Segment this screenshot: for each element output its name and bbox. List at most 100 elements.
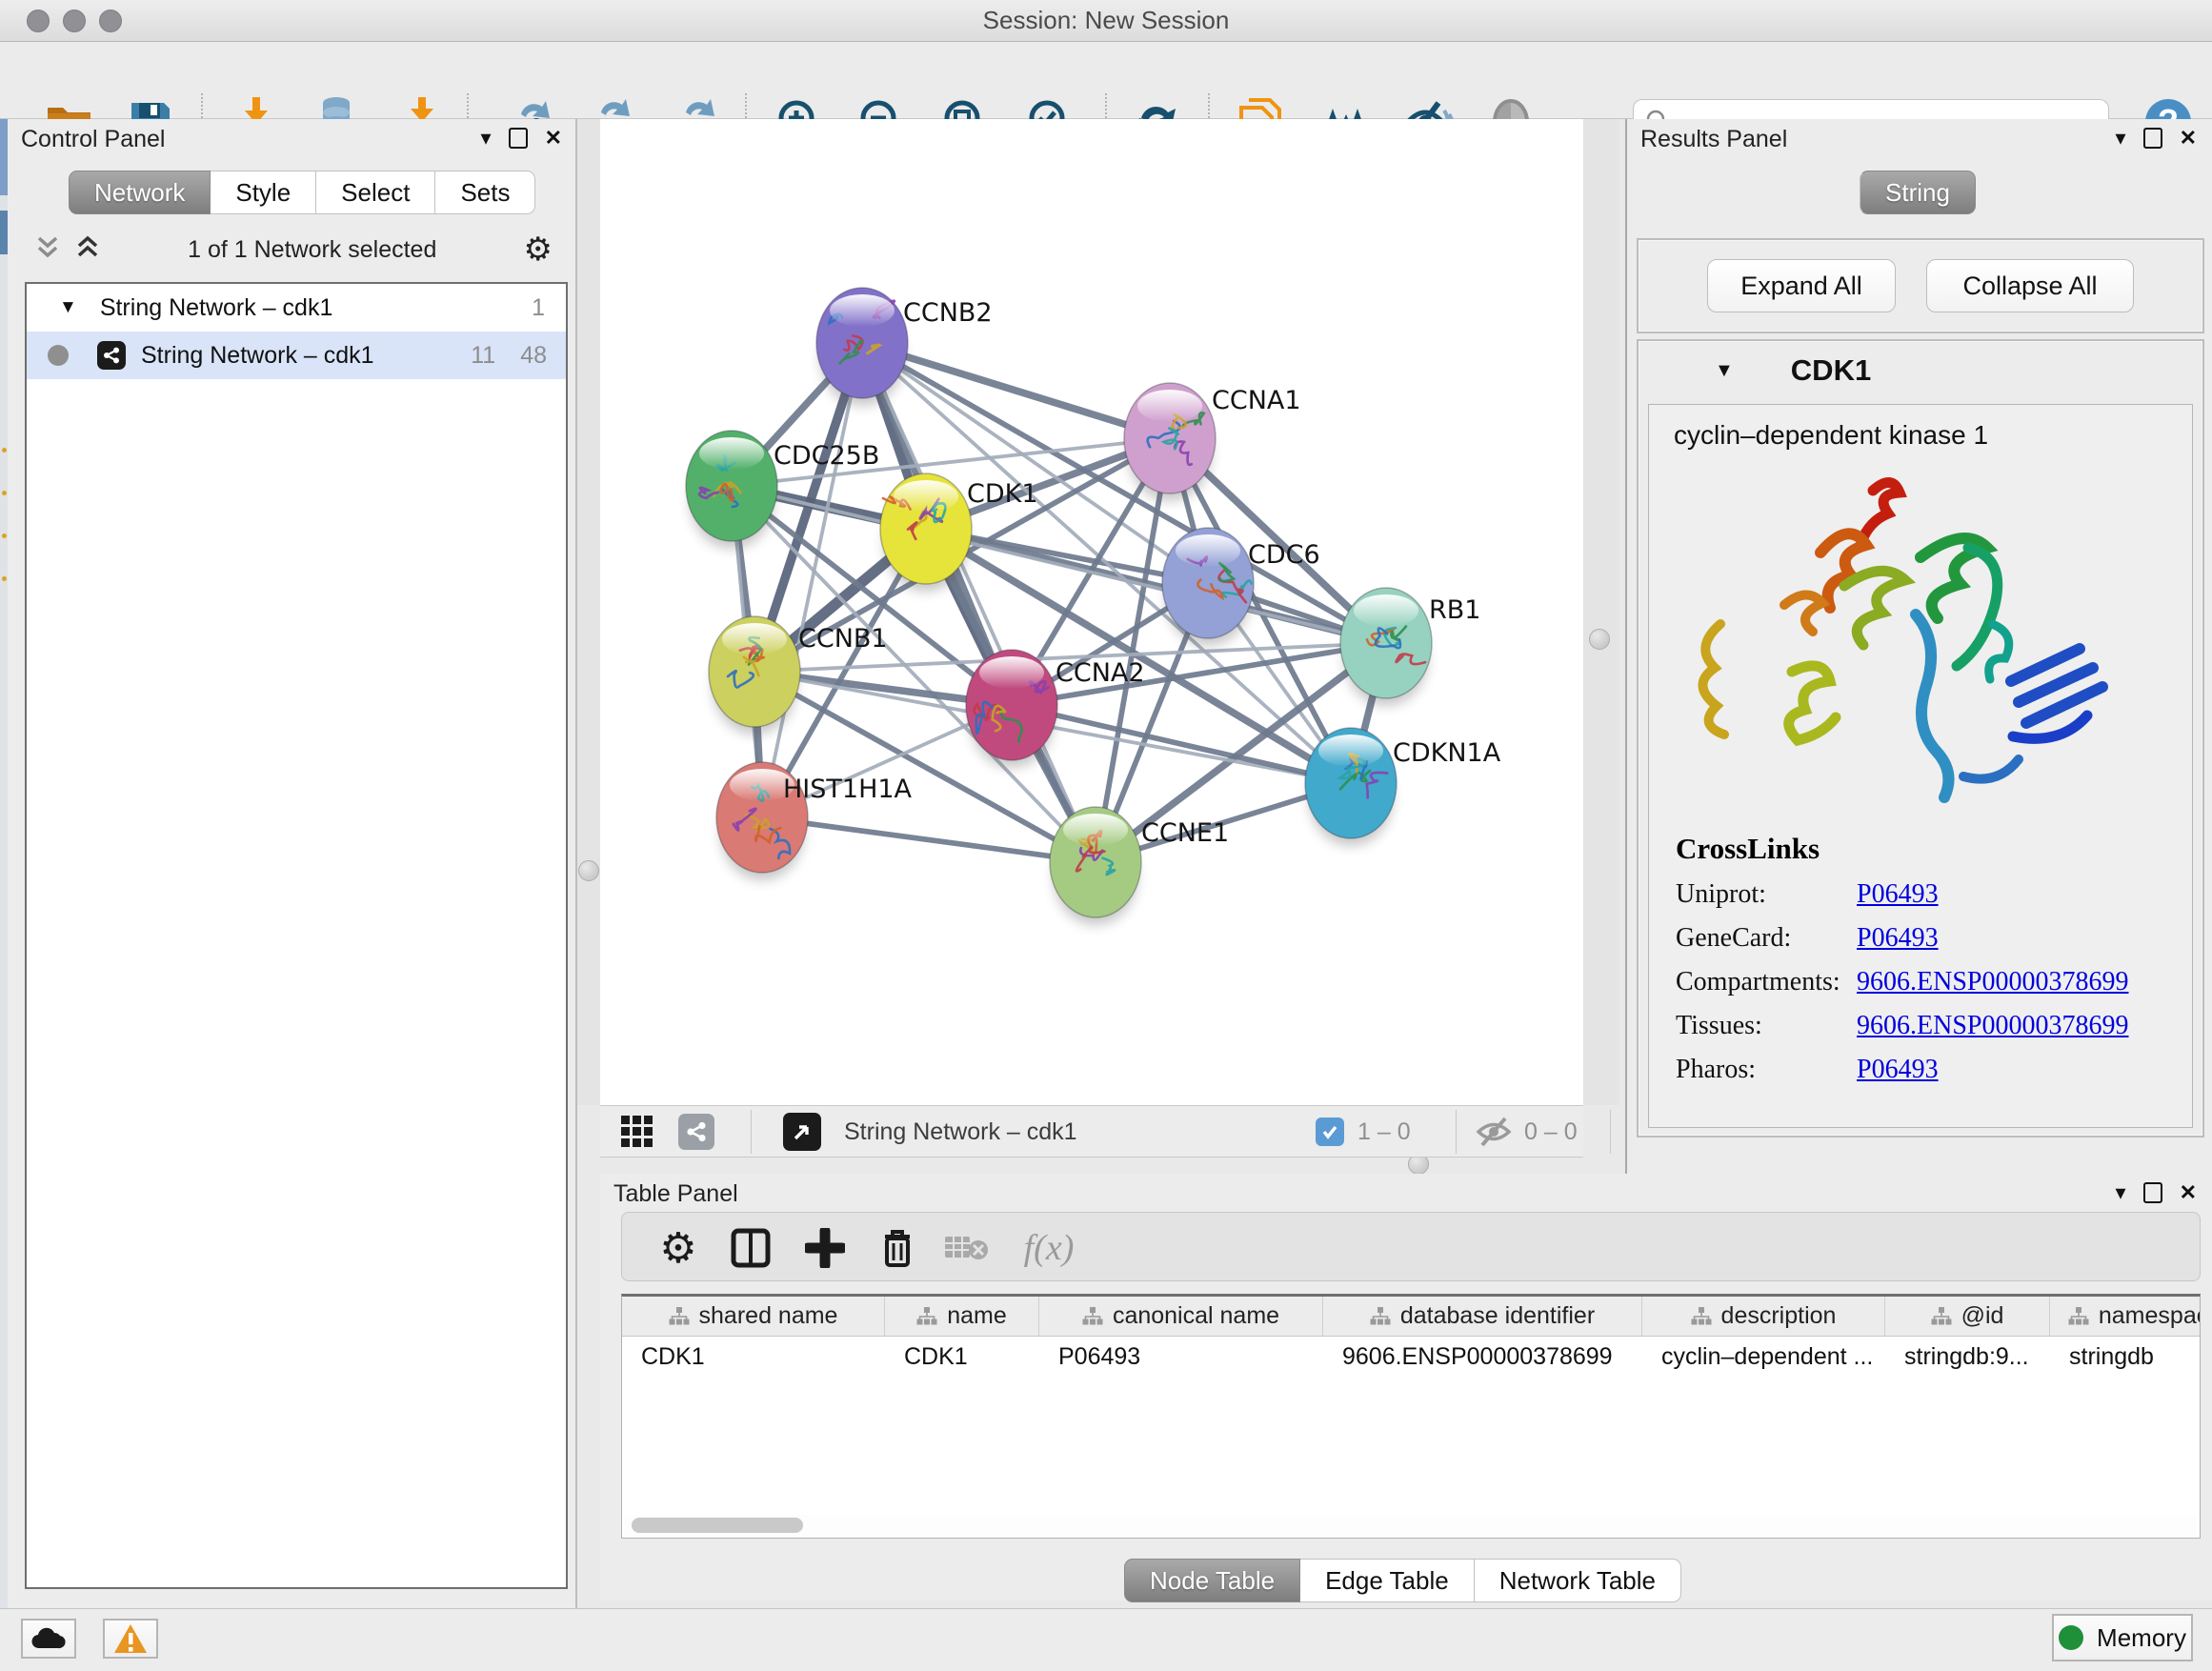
expand-all-tree-icon[interactable] (74, 232, 101, 268)
selected-counts: 1 – 0 (1357, 1118, 1411, 1146)
network-view-button[interactable] (678, 1113, 714, 1151)
close-panel-icon[interactable]: ✕ (2180, 1179, 2197, 1206)
tab-network-table[interactable]: Network Table (1475, 1559, 1681, 1602)
table-options-gear-icon[interactable]: ⚙ (651, 1220, 706, 1276)
node-label-CDKN1A: CDKN1A (1393, 738, 1501, 768)
node-gloss (699, 437, 764, 470)
network-list: ▼ String Network – cdk1 1 String Network… (25, 282, 568, 1589)
current-network-dot-icon (48, 345, 69, 366)
protein-description: cyclin–dependent kinase 1 (1649, 405, 2192, 451)
tab-string[interactable]: String (1860, 171, 1976, 214)
cell-id[interactable]: stringdb:9... (1885, 1337, 2050, 1377)
crosslink-label-compartments: Compartments: (1676, 967, 1857, 997)
protein-result-box: ▼ CDK1 cyclin–dependent kinase 1 (1637, 339, 2204, 1137)
tab-edge-table[interactable]: Edge Table (1300, 1559, 1475, 1602)
collapse-all-tree-icon[interactable] (34, 232, 61, 268)
crosslink-link-tissues[interactable]: 9606.ENSP00000378699 (1857, 1011, 2128, 1041)
detach-view-button[interactable] (783, 1113, 821, 1151)
tab-node-table[interactable]: Node Table (1124, 1559, 1300, 1602)
tab-select[interactable]: Select (316, 171, 435, 214)
node-label-CCNB2: CCNB2 (903, 298, 993, 328)
network-view-title: String Network – cdk1 (844, 1118, 1077, 1146)
node-label-HIST1H1A: HIST1H1A (783, 775, 913, 804)
node-gloss (1063, 814, 1128, 846)
memory-button[interactable]: Memory (2052, 1614, 2193, 1661)
node-gloss (1137, 390, 1202, 422)
delete-column-button[interactable] (870, 1220, 925, 1276)
cloud-button[interactable] (21, 1619, 76, 1659)
float-panel-icon[interactable]: ▾ (2116, 1179, 2126, 1206)
crosslink-row: Compartments:9606.ENSP00000378699 (1676, 967, 2171, 997)
column-header-canonical-name[interactable]: canonical name (1039, 1297, 1323, 1336)
collapse-triangle-icon[interactable]: ▼ (1715, 360, 1734, 382)
cell-description[interactable]: cyclin–dependent ... (1642, 1337, 1885, 1377)
zoom-window-button[interactable] (99, 10, 122, 32)
node-RB1[interactable]: RB1 (1340, 588, 1480, 706)
column-header-description[interactable]: description (1642, 1297, 1885, 1336)
scrollbar-thumb[interactable] (632, 1518, 803, 1533)
edge-CCNB2-HIST1H1A[interactable] (762, 343, 862, 817)
cell-namespace[interactable]: stringdb (2050, 1337, 2201, 1377)
undock-panel-icon[interactable] (2143, 1182, 2162, 1203)
crosslink-label-pharos: Pharos: (1676, 1055, 1857, 1085)
collection-expand-triangle-icon[interactable]: ▼ (59, 297, 77, 318)
crosslink-link-genecard[interactable]: P06493 (1857, 923, 1939, 954)
edge-HIST1H1A-CCNE1[interactable] (762, 817, 1096, 862)
column-header-shared-name[interactable]: shared name (622, 1297, 885, 1336)
string-network-graph[interactable]: CCNB2CCNA1CDC25BCDK1CDC6RB1CCNB1CCNA2CDK… (600, 119, 1583, 1105)
node-CDKN1A[interactable]: CDKN1A (1305, 728, 1501, 846)
splitter-handle[interactable] (578, 860, 599, 881)
column-header-database-identifier[interactable]: database identifier (1323, 1297, 1642, 1336)
column-header-namespace[interactable]: namespace (2050, 1297, 2201, 1336)
float-panel-icon[interactable]: ▾ (2116, 125, 2126, 151)
protein-structure-image (1678, 462, 2125, 815)
edge-CCNA2-CDKN1A[interactable] (1012, 705, 1351, 783)
node-CCNB2[interactable]: CCNB2 (816, 288, 993, 406)
network-row-selected[interactable]: String Network – cdk1 11 48 (27, 332, 566, 379)
columns-icon (730, 1227, 772, 1269)
tab-sets[interactable]: Sets (435, 171, 535, 214)
crosslink-link-compartments[interactable]: 9606.ENSP00000378699 (1857, 967, 2128, 997)
crosslink-link-uniprot[interactable]: P06493 (1857, 879, 1939, 910)
undock-panel-icon[interactable] (509, 128, 528, 149)
main-toolbar: ? (0, 42, 2212, 119)
warnings-button[interactable] (103, 1619, 158, 1659)
cloud-icon (30, 1625, 68, 1652)
close-panel-icon[interactable]: ✕ (545, 125, 562, 151)
close-window-button[interactable] (27, 10, 50, 32)
expand-all-button[interactable]: Expand All (1707, 259, 1896, 312)
column-header-name[interactable]: name (885, 1297, 1039, 1336)
network-edge-count: 48 (520, 342, 547, 370)
horizontal-scrollbar[interactable] (624, 1515, 2196, 1536)
right-splitter[interactable] (1583, 119, 1619, 1105)
collapse-all-button[interactable]: Collapse All (1926, 259, 2134, 312)
cell-name[interactable]: CDK1 (885, 1337, 1039, 1377)
node-CDC25B[interactable]: CDC25B (686, 431, 879, 549)
cell-canonical-name[interactable]: P06493 (1039, 1337, 1323, 1377)
column-header-id[interactable]: @id (1885, 1297, 2050, 1336)
crosslink-link-pharos[interactable]: P06493 (1857, 1055, 1939, 1085)
show-columns-button[interactable] (723, 1220, 778, 1276)
minimize-window-button[interactable] (63, 10, 86, 32)
tab-network[interactable]: Network (69, 171, 211, 214)
node-HIST1H1A[interactable]: HIST1H1A (716, 762, 913, 880)
control-panel-tabs: NetworkStyleSelectSets (69, 171, 535, 214)
undock-panel-icon[interactable] (2143, 128, 2162, 149)
float-panel-icon[interactable]: ▾ (481, 125, 492, 151)
tab-style[interactable]: Style (211, 171, 316, 214)
edge-CCNB2-CCNA1[interactable] (862, 343, 1170, 438)
network-canvas[interactable]: CCNB2CCNA1CDC25BCDK1CDC6RB1CCNB1CCNA2CDK… (600, 119, 1583, 1105)
network-collection-row[interactable]: ▼ String Network – cdk1 1 (27, 284, 566, 332)
create-column-button[interactable] (797, 1220, 853, 1276)
crosslink-row: Pharos:P06493 (1676, 1055, 2171, 1085)
close-panel-icon[interactable]: ✕ (2180, 125, 2197, 151)
cell-database-identifier[interactable]: 9606.ENSP00000378699 (1323, 1337, 1642, 1377)
node-gloss (1176, 534, 1240, 567)
network-options-gear-icon[interactable]: ⚙ (524, 231, 553, 269)
grid-view-button[interactable] (619, 1113, 655, 1151)
node-CCNB1[interactable]: CCNB1 (709, 616, 888, 735)
table-row[interactable]: CDK1CDK1P064939606.ENSP00000378699cyclin… (622, 1337, 2200, 1377)
splitter-handle[interactable] (1589, 629, 1610, 650)
left-splitter[interactable] (577, 119, 600, 1105)
cell-shared-name[interactable]: CDK1 (622, 1337, 885, 1377)
